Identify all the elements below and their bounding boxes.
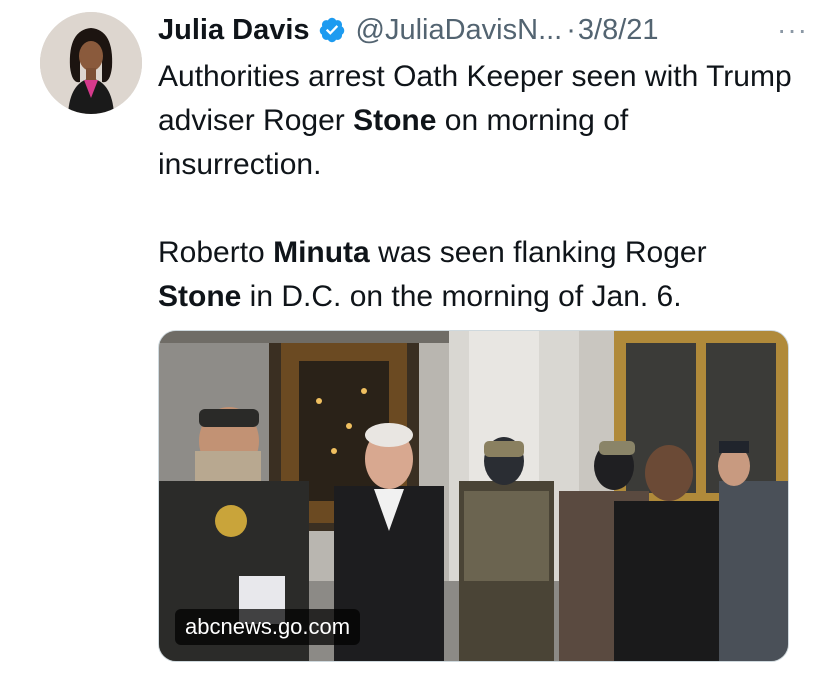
tweet-text: Authorities arrest Oath Keeper seen with… bbox=[158, 55, 798, 319]
tweet-media-card[interactable]: abcnews.go.com bbox=[158, 330, 789, 662]
tweet-text-segment: was seen flanking Roger bbox=[369, 236, 707, 269]
tweet-date[interactable]: 3/8/21 bbox=[578, 14, 659, 47]
tweet-text-segment: in D.C. on the morning of Jan. 6. bbox=[241, 280, 682, 313]
tweet-text-segment: Roberto bbox=[158, 236, 274, 269]
avatar-image bbox=[40, 12, 142, 114]
author-handle[interactable]: @JuliaDavisN... bbox=[356, 14, 563, 47]
tweet-text-bold: Stone bbox=[158, 280, 242, 313]
tweet-text-bold: Minuta bbox=[273, 236, 370, 269]
separator-dot: · bbox=[566, 13, 576, 46]
media-source-label: abcnews.go.com bbox=[175, 609, 361, 645]
verified-badge-icon bbox=[318, 16, 346, 44]
tweet-text-bold: Stone bbox=[353, 104, 437, 137]
more-options-icon[interactable]: ··· bbox=[777, 14, 808, 46]
author-avatar[interactable] bbox=[40, 12, 142, 114]
tweet-paragraph: Authorities arrest Oath Keeper seen with… bbox=[158, 55, 798, 187]
author-name[interactable]: Julia Davis bbox=[158, 14, 310, 47]
tweet-paragraph: Roberto Minuta was seen flanking Roger S… bbox=[158, 231, 798, 319]
tweet-header: Julia Davis @JuliaDavisN... · 3/8/21 ··· bbox=[158, 10, 808, 50]
